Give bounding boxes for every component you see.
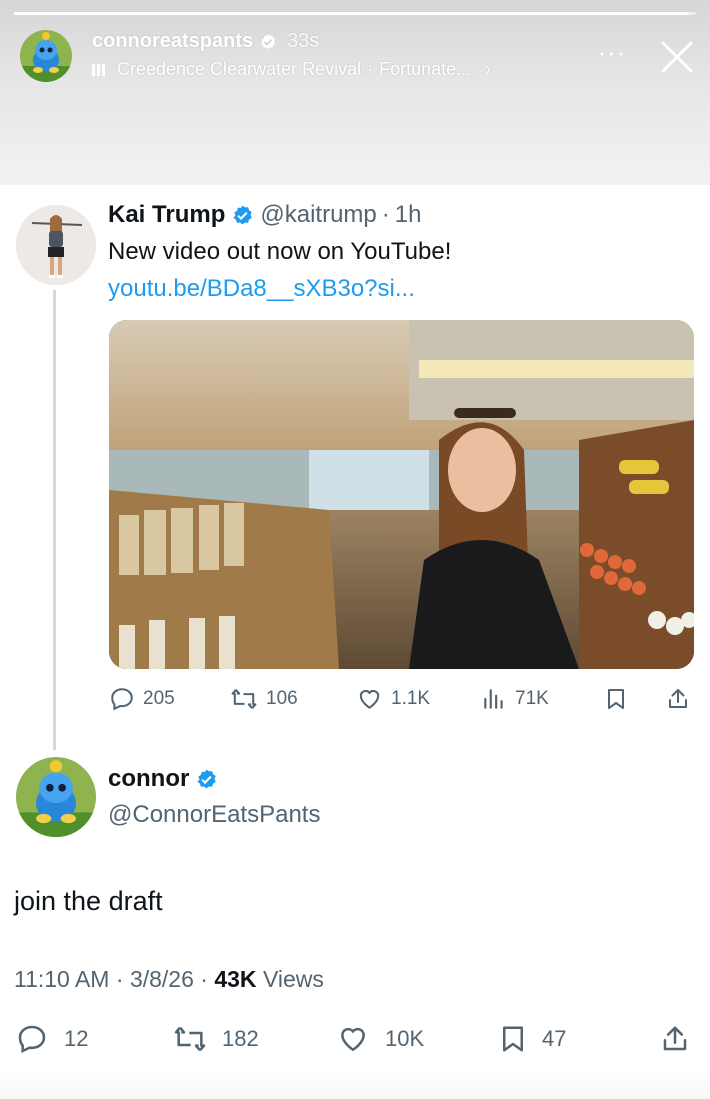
quoted-reply-button[interactable]: 205: [109, 686, 175, 712]
chao-avatar-icon: [16, 757, 96, 837]
quoted-tweet-link[interactable]: youtu.be/BDa8__sXB3o?si...: [108, 275, 415, 303]
music-track[interactable]: Fortunate...: [379, 59, 471, 80]
chevron-right-icon[interactable]: ›: [485, 59, 491, 80]
reply-icon: [18, 1025, 46, 1054]
story-avatar[interactable]: [20, 30, 72, 82]
story-time: 33s: [287, 30, 320, 52]
views-label: Views: [262, 966, 324, 992]
share-icon: [669, 689, 687, 708]
story-progress-fill: [14, 12, 690, 15]
reply-tweet-text: join the draft: [14, 886, 163, 916]
bookmark-icon: [608, 689, 624, 709]
meta-dot: ·: [115, 966, 124, 992]
quoted-reply-count: 205: [143, 688, 175, 709]
quoted-retweet-count: 106: [266, 688, 298, 709]
grocery-store-photo: [109, 320, 694, 669]
like-button[interactable]: 10K: [335, 1023, 424, 1055]
story-user-row[interactable]: connoreatspants 33s: [92, 30, 319, 53]
story-music-row[interactable]: Creedence Clearwater Revival · Fortunate…: [92, 59, 491, 80]
quoted-like-count: 1.1K: [391, 688, 431, 709]
music-bars-icon: [92, 63, 105, 76]
connor-avatar[interactable]: [16, 757, 96, 837]
quoted-author-handle[interactable]: @kaitrump: [260, 201, 376, 229]
heart-icon: [359, 690, 380, 709]
quoted-bookmark-button[interactable]: [604, 686, 628, 712]
tweet-date[interactable]: 3/8/26: [130, 966, 194, 992]
quoted-tweet-text: New video out now on YouTube!: [108, 238, 452, 265]
story-username[interactable]: connoreatspants: [92, 30, 253, 53]
quoted-time: 1h: [394, 201, 422, 228]
reply-author-handle[interactable]: @ConnorEatsPants: [108, 801, 320, 829]
tweet-meta: 11:10 AM · 3/8/26 · 43K Views: [14, 966, 324, 993]
meta-dot: ·: [200, 966, 208, 992]
quoted-author-name[interactable]: Kai Trump: [108, 201, 225, 229]
quoted-views-button[interactable]: 71K: [481, 686, 549, 712]
share-icon: [663, 1026, 687, 1051]
music-separator: ·: [367, 59, 374, 79]
story-progress-bar: [14, 12, 696, 15]
quoted-like-button[interactable]: 1.1K: [356, 686, 430, 712]
reply-author-name[interactable]: connor: [108, 765, 189, 793]
heart-icon: [341, 1027, 365, 1052]
views-chart-icon: [484, 689, 503, 709]
bookmark-count: 47: [542, 1026, 567, 1051]
bookmark-icon: [503, 1026, 523, 1052]
reply-icon: [111, 688, 133, 711]
retweet-button[interactable]: 182: [172, 1023, 259, 1055]
reply-count: 12: [64, 1026, 89, 1051]
tweet-time[interactable]: 11:10 AM: [14, 966, 109, 992]
views-count: 43K: [214, 966, 257, 992]
verified-badge-icon: [260, 33, 276, 49]
verified-badge-icon: [197, 768, 217, 788]
video-thumbnail[interactable]: [109, 320, 694, 669]
retweet-count: 182: [222, 1026, 259, 1051]
bookmark-button[interactable]: 47: [498, 1023, 566, 1055]
quoted-retweet-button[interactable]: 106: [230, 686, 298, 712]
reply-button[interactable]: 12: [16, 1023, 88, 1055]
verified-badge-icon: [233, 204, 253, 224]
thread-line: [53, 290, 56, 750]
reply-tweet-header: connor: [108, 765, 224, 793]
share-button[interactable]: [660, 1023, 690, 1055]
kai-trump-avatar[interactable]: [16, 205, 96, 285]
more-options-button[interactable]: ···: [592, 39, 632, 70]
bottom-fade: [0, 1070, 710, 1099]
close-icon[interactable]: [656, 36, 698, 78]
like-count: 10K: [385, 1026, 425, 1051]
retweet-icon: [174, 1026, 206, 1052]
story-header: connoreatspants 33s Creedence Clearwater…: [0, 0, 710, 185]
quoted-views-count: 71K: [515, 688, 549, 709]
chao-avatar-icon: [20, 30, 72, 82]
retweet-icon: [231, 689, 257, 709]
golfer-avatar-icon: [16, 205, 96, 285]
quoted-share-button[interactable]: [666, 686, 690, 712]
quoted-dot: ·: [381, 201, 390, 228]
quoted-tweet-header: Kai Trump @kaitrump · 1h: [108, 201, 421, 229]
music-artist[interactable]: Creedence Clearwater Revival: [117, 59, 361, 80]
